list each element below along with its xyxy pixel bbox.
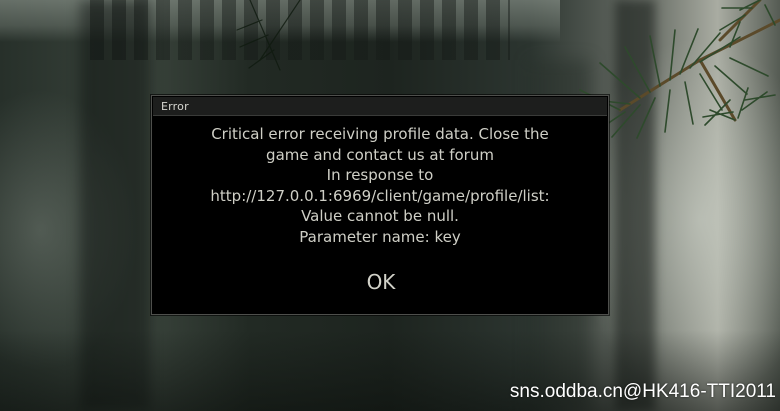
- watermark-text: sns.oddba.cn@HK416-TTI2011: [509, 381, 776, 402]
- message-line: Critical error receiving profile data. C…: [211, 125, 549, 143]
- message-line: Value cannot be null.: [301, 207, 459, 226]
- message-line: http://127.0.0.1:6969/client/game/profil…: [210, 186, 550, 205]
- game-screen: Error Critical error receiving profile d…: [0, 0, 780, 411]
- message-line: Parameter name: key: [299, 227, 461, 246]
- error-dialog: Error Critical error receiving profile d…: [151, 95, 609, 315]
- ok-button[interactable]: OK: [351, 268, 411, 296]
- dialog-titlebar: Error: [153, 97, 607, 116]
- background-sky: [0, 0, 560, 42]
- message-line: game and contact us at forum: [266, 145, 494, 164]
- dialog-message: Critical error receiving profile data. C…: [152, 124, 608, 248]
- dialog-title: Error: [161, 99, 189, 113]
- message-line: In response to: [326, 166, 434, 185]
- background-buildings: [90, 0, 510, 60]
- background-pillar: [615, 0, 655, 411]
- background-pillar: [80, 0, 150, 411]
